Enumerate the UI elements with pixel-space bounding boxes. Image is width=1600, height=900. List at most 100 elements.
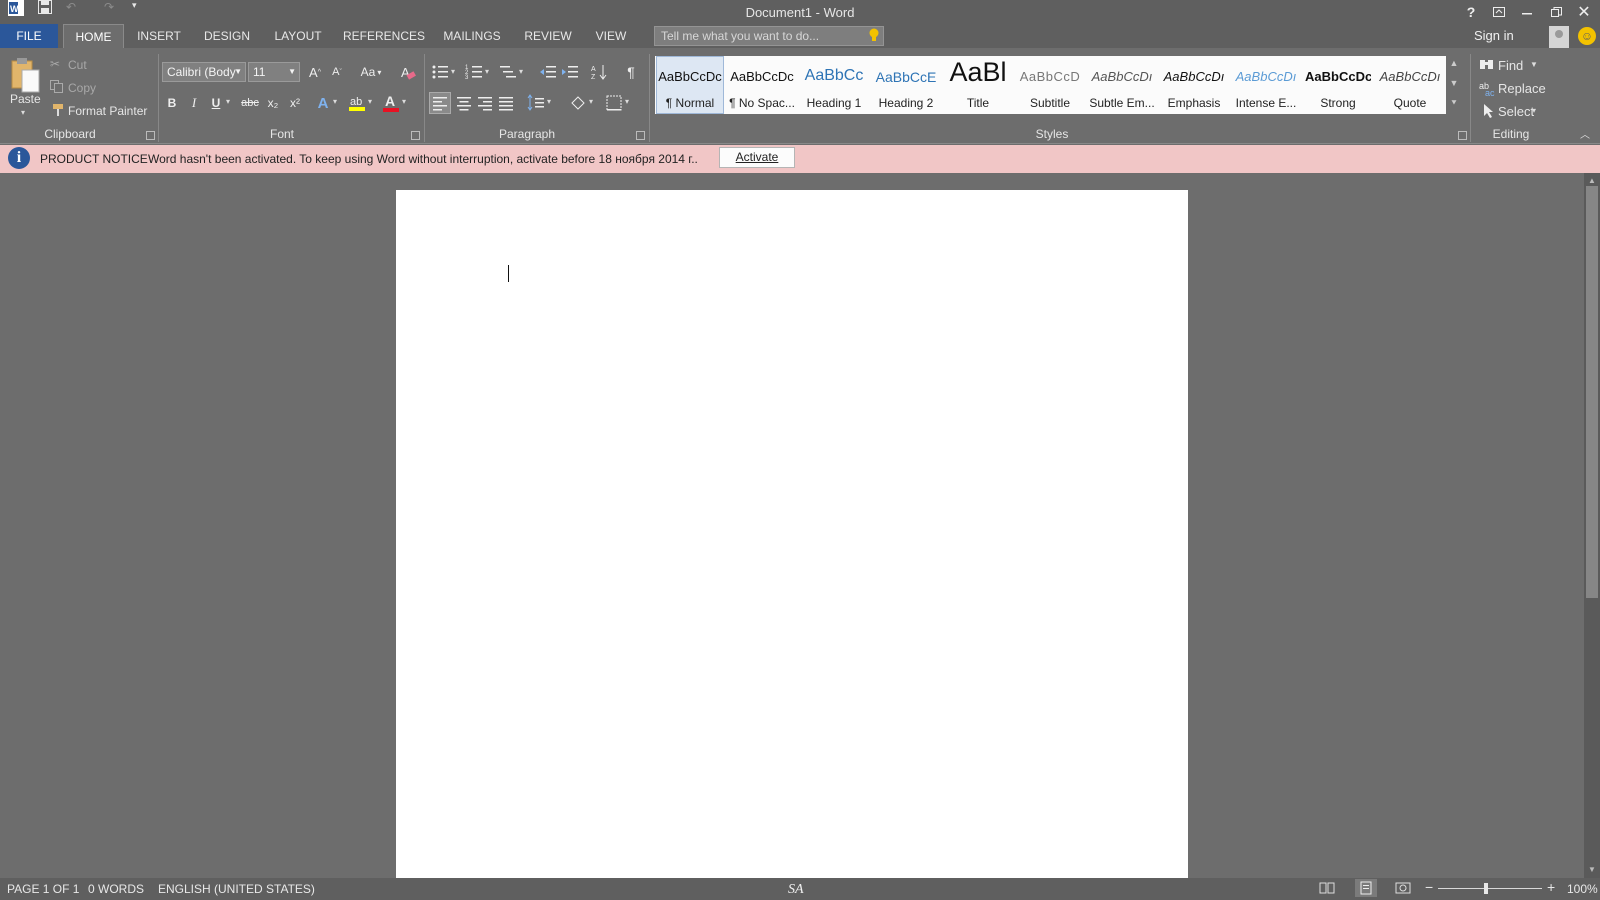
increase-indent-icon[interactable] xyxy=(561,63,579,81)
clipboard-launcher-icon[interactable] xyxy=(146,131,155,140)
shading-dropdown-icon[interactable]: ▾ xyxy=(589,97,593,106)
cut-button[interactable]: Cut xyxy=(68,58,87,72)
bold-button[interactable]: B xyxy=(163,93,181,113)
restore-icon[interactable] xyxy=(1542,2,1570,22)
tab-review[interactable]: REVIEW xyxy=(520,24,576,48)
read-mode-icon[interactable] xyxy=(1319,881,1335,895)
select-cursor-icon[interactable] xyxy=(1482,103,1496,119)
help-button[interactable]: ? xyxy=(1457,2,1485,22)
borders-dropdown-icon[interactable]: ▾ xyxy=(625,97,629,106)
style-heading-2[interactable]: AaBbCcE Heading 2 xyxy=(873,57,939,113)
format-painter-icon[interactable] xyxy=(52,103,66,117)
sign-in-link[interactable]: Sign in xyxy=(1474,28,1514,43)
style-heading-1[interactable]: AaBbCc Heading 1 xyxy=(801,57,867,113)
styles-launcher-icon[interactable] xyxy=(1458,131,1467,140)
minimize-icon[interactable] xyxy=(1513,2,1541,22)
style-emphasis[interactable]: AaBbCcDı Emphasis xyxy=(1161,57,1227,113)
gallery-up-icon[interactable]: ▲ xyxy=(1449,58,1459,68)
font-name-combo[interactable]: Calibri (Body ▼ xyxy=(162,62,246,82)
numbering-icon[interactable]: 123 xyxy=(465,63,483,81)
align-left-icon[interactable] xyxy=(429,92,451,114)
page-count[interactable]: PAGE 1 OF 1 xyxy=(7,882,79,896)
multilevel-list-icon[interactable] xyxy=(499,63,517,81)
find-button[interactable]: Find xyxy=(1498,58,1523,73)
font-color-icon[interactable]: A xyxy=(382,93,400,113)
tab-mailings[interactable]: MAILINGS xyxy=(436,24,508,48)
zoom-slider[interactable] xyxy=(1438,888,1542,889)
paste-dropdown-icon[interactable]: ▾ xyxy=(21,108,25,117)
shading-icon[interactable] xyxy=(569,93,587,113)
font-color-dropdown-icon[interactable]: ▾ xyxy=(402,97,406,106)
underline-button[interactable]: U xyxy=(207,93,225,113)
gallery-more-icon[interactable]: ⯆ xyxy=(1449,98,1459,109)
line-spacing-icon[interactable] xyxy=(527,93,545,113)
close-icon[interactable]: ✕ xyxy=(1570,2,1598,22)
bullets-dropdown-icon[interactable]: ▾ xyxy=(451,67,455,76)
text-effects-button[interactable]: A xyxy=(314,93,332,113)
tell-me-search-input[interactable]: Tell me what you want to do... xyxy=(654,26,884,46)
change-case-button[interactable]: Aa ▾ xyxy=(356,62,386,82)
text-effects-dropdown-icon[interactable]: ▾ xyxy=(333,97,337,106)
style-quote[interactable]: AaBbCcDı Quote xyxy=(1377,57,1443,113)
sort-icon[interactable]: AZ xyxy=(591,63,609,81)
paragraph-launcher-icon[interactable] xyxy=(636,131,645,140)
feedback-smiley-icon[interactable]: ☺ xyxy=(1578,27,1596,45)
document-page[interactable] xyxy=(396,190,1188,880)
align-right-icon[interactable] xyxy=(475,93,495,113)
cut-icon[interactable]: ✂ xyxy=(50,57,64,71)
italic-button[interactable]: I xyxy=(185,93,203,113)
superscript-button[interactable]: x² xyxy=(286,93,304,113)
clear-formatting-icon[interactable]: A xyxy=(398,62,418,82)
underline-dropdown-icon[interactable]: ▾ xyxy=(226,97,230,106)
font-launcher-icon[interactable] xyxy=(411,131,420,140)
decrease-indent-icon[interactable] xyxy=(539,63,557,81)
scrollbar-thumb[interactable] xyxy=(1586,186,1598,598)
style-subtle-emphasis[interactable]: AaBbCcDı Subtle Em... xyxy=(1089,57,1155,113)
scroll-down-icon[interactable]: ▼ xyxy=(1586,864,1598,876)
paste-icon[interactable] xyxy=(8,56,42,96)
highlight-color-icon[interactable]: ab xyxy=(348,93,366,113)
tab-home[interactable]: HOME xyxy=(63,24,124,48)
find-icon[interactable] xyxy=(1479,57,1495,73)
subscript-button[interactable]: x₂ xyxy=(264,93,282,113)
web-layout-icon[interactable] xyxy=(1395,881,1411,895)
replace-button[interactable]: Replace xyxy=(1498,81,1546,96)
collapse-ribbon-icon[interactable]: ︿ xyxy=(1580,126,1590,141)
word-count[interactable]: 0 WORDS xyxy=(88,882,144,896)
tab-references[interactable]: REFERENCES xyxy=(342,24,426,48)
justify-icon[interactable] xyxy=(496,93,516,113)
highlight-dropdown-icon[interactable]: ▾ xyxy=(368,97,372,106)
print-layout-icon[interactable] xyxy=(1355,879,1377,897)
align-center-icon[interactable] xyxy=(454,93,474,113)
paste-button[interactable]: Paste xyxy=(10,92,41,106)
format-painter-button[interactable]: Format Painter xyxy=(68,104,147,118)
show-formatting-marks-button[interactable]: ¶ xyxy=(622,62,640,82)
style-strong[interactable]: AaBbCcDc Strong xyxy=(1305,57,1371,113)
font-size-combo[interactable]: 11 ▼ xyxy=(248,62,300,82)
select-button[interactable]: Select xyxy=(1498,104,1534,119)
zoom-in-icon[interactable]: + xyxy=(1547,879,1555,895)
style-normal[interactable]: AaBbCcDc ¶ Normal xyxy=(656,56,724,114)
numbering-dropdown-icon[interactable]: ▾ xyxy=(485,67,489,76)
language-status[interactable]: ENGLISH (UNITED STATES) xyxy=(158,882,315,896)
tab-design[interactable]: DESIGN xyxy=(196,24,258,48)
style-no-spacing[interactable]: AaBbCcDc ¶ No Spac... xyxy=(729,57,795,113)
multilevel-dropdown-icon[interactable]: ▾ xyxy=(519,67,523,76)
grow-font-icon[interactable]: A ^ xyxy=(306,62,324,82)
zoom-slider-thumb[interactable] xyxy=(1484,883,1488,894)
copy-icon[interactable] xyxy=(50,80,64,94)
tab-insert[interactable]: INSERT xyxy=(131,24,187,48)
style-intense-emphasis[interactable]: AaBbCcDı Intense E... xyxy=(1233,57,1299,113)
tab-file[interactable]: FILE xyxy=(0,24,58,48)
ribbon-display-options-icon[interactable] xyxy=(1485,2,1513,22)
zoom-level[interactable]: 100% xyxy=(1567,882,1598,896)
select-dropdown-icon[interactable]: ▾ xyxy=(1532,106,1536,115)
line-spacing-dropdown-icon[interactable]: ▾ xyxy=(547,97,551,106)
avatar-icon[interactable] xyxy=(1549,26,1569,48)
style-subtitle[interactable]: AaBbCcD Subtitle xyxy=(1017,57,1083,113)
shrink-font-icon[interactable]: Aˇ xyxy=(328,62,346,82)
zoom-out-icon[interactable]: − xyxy=(1425,879,1433,895)
style-title[interactable]: AaBl Title xyxy=(945,57,1011,113)
replace-icon[interactable]: ab ac xyxy=(1479,80,1495,98)
tab-view[interactable]: VIEW xyxy=(588,24,634,48)
